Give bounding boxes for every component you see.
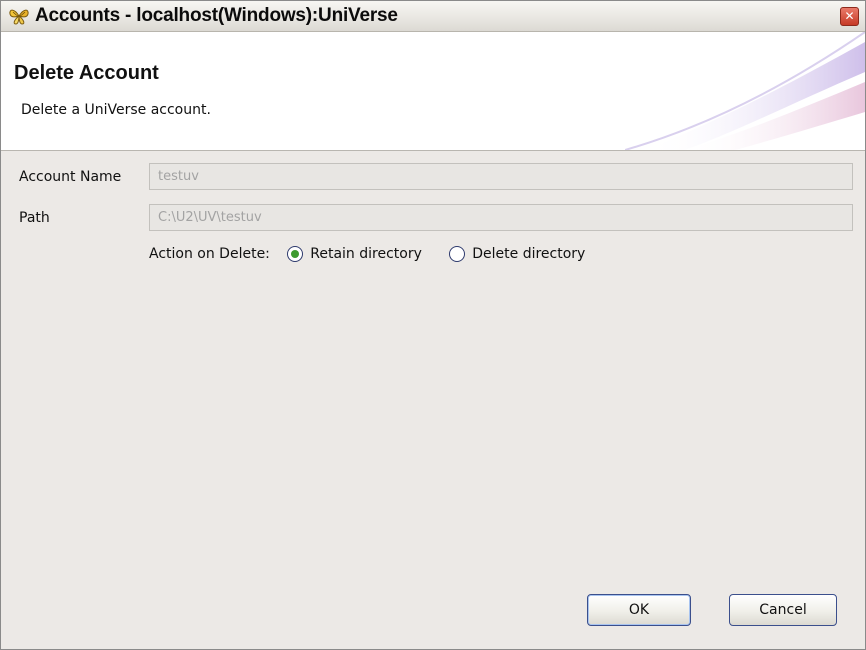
account-name-label: Account Name — [19, 169, 122, 185]
accounts-dialog-window: Accounts - localhost(Windows):UniVerse ✕… — [0, 0, 866, 650]
delete-directory-label[interactable]: Delete directory — [472, 246, 585, 262]
window-title: Accounts - localhost(Windows):UniVerse — [35, 5, 398, 26]
path-field[interactable]: C:\U2\UV\testuv — [149, 204, 853, 231]
account-name-field[interactable]: testuv — [149, 163, 853, 190]
title-bar[interactable]: Accounts - localhost(Windows):UniVerse ✕ — [1, 1, 865, 32]
page-description: Delete a UniVerse account. — [21, 102, 211, 118]
action-on-delete-label: Action on Delete: — [149, 246, 270, 262]
delete-directory-radio[interactable] — [448, 246, 465, 262]
retain-directory-radio-option[interactable]: Retain directory — [286, 246, 422, 262]
path-label: Path — [19, 210, 50, 226]
cancel-button[interactable]: Cancel — [729, 594, 837, 626]
wizard-header: Delete Account Delete a UniVerse account… — [1, 32, 865, 151]
retain-directory-label[interactable]: Retain directory — [310, 246, 422, 262]
retain-directory-radio[interactable] — [286, 246, 303, 262]
action-on-delete-group: Action on Delete: Retain directory Delet… — [149, 246, 585, 270]
close-icon[interactable]: ✕ — [840, 7, 859, 26]
page-title: Delete Account — [14, 62, 159, 84]
delete-directory-radio-option[interactable]: Delete directory — [448, 246, 585, 262]
ok-button[interactable]: OK — [587, 594, 691, 626]
header-decoration-icon — [625, 32, 865, 150]
universe-butterfly-icon — [9, 9, 29, 25]
